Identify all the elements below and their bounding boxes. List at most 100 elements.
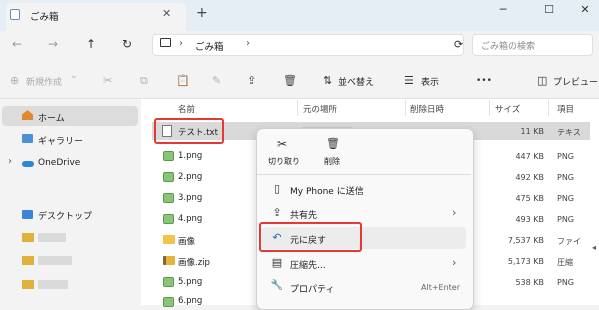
column-divider[interactable] <box>405 100 406 116</box>
file-name[interactable]: 3.png <box>178 193 202 203</box>
refresh-button[interactable]: ↻ <box>118 37 136 51</box>
sidebar-item-onedrive[interactable]: OneDrive <box>38 158 80 168</box>
expand-chevron-icon[interactable]: › <box>8 156 12 167</box>
refresh-icon[interactable]: ⟳ <box>454 38 463 51</box>
folder-icon <box>163 235 175 244</box>
rename-icon[interactable]: ✎ <box>212 74 221 87</box>
highlight-box <box>259 222 362 252</box>
file-name[interactable]: 2.png <box>178 172 202 182</box>
menu-item-share[interactable]: 共有先 <box>290 208 317 221</box>
forward-button[interactable]: → <box>44 37 62 51</box>
png-file-icon <box>163 172 174 182</box>
file-type: ファイ <box>557 237 581 246</box>
cut-icon[interactable]: ✂ <box>103 74 112 87</box>
file-name[interactable]: 画像 <box>178 235 195 247</box>
up-button[interactable]: ↑ <box>82 37 100 51</box>
command-bar <box>0 64 599 99</box>
view-button-label[interactable]: 表示 <box>421 75 439 88</box>
cut-icon[interactable]: ✂ <box>277 137 287 151</box>
column-header-type[interactable]: 項目 <box>557 103 574 115</box>
column-divider[interactable] <box>548 100 549 116</box>
file-size: 538 KB <box>515 278 544 287</box>
file-type: PNG <box>557 194 575 203</box>
file-name[interactable]: 4.png <box>178 214 202 224</box>
submenu-chevron-icon: › <box>452 256 457 269</box>
blurred-item[interactable] <box>38 280 68 289</box>
file-name[interactable]: 画像.zip <box>178 256 210 268</box>
share-icon[interactable]: ⇪ <box>247 74 256 87</box>
file-type: 圧縮 <box>557 258 573 267</box>
copy-icon[interactable]: ⧉ <box>140 74 148 88</box>
paste-icon[interactable]: 📋 <box>176 74 190 87</box>
file-type: PNG <box>557 215 575 224</box>
new-button-label[interactable]: 新規作成 <box>26 75 62 88</box>
column-header-size[interactable]: サイズ <box>495 103 520 115</box>
folder-icon <box>22 280 34 289</box>
view-icon[interactable]: ☰ <box>404 74 414 87</box>
blurred-item[interactable] <box>38 256 72 265</box>
png-file-icon <box>163 277 174 287</box>
column-header-name[interactable]: 名前 <box>178 103 195 115</box>
sidebar-item-gallery[interactable]: ギャラリー <box>38 134 83 147</box>
preview-button-label[interactable]: プレビュー <box>553 75 598 88</box>
file-size: 11 KB <box>520 127 544 136</box>
menu-item-compress[interactable]: 圧縮先... <box>290 258 326 271</box>
chevron-down-icon[interactable]: ⌄ <box>70 71 78 81</box>
sidebar-item-label: ホーム <box>38 114 65 124</box>
more-options-icon[interactable]: ••• <box>476 76 492 86</box>
breadcrumb-recycle-bin[interactable]: ごみ箱 <box>195 39 224 53</box>
column-header-date-deleted[interactable]: 削除日時 <box>410 103 444 115</box>
file-size: 475 KB <box>515 194 544 203</box>
new-icon[interactable]: ⊕ <box>10 74 19 87</box>
file-size: 7,537 KB <box>507 236 544 245</box>
menu-divider <box>257 174 471 175</box>
chevron-right-icon[interactable]: › <box>246 38 250 49</box>
png-file-icon <box>163 214 174 224</box>
shortcut-label: Alt+Enter <box>421 283 461 292</box>
navigation-pane <box>0 99 140 305</box>
column-divider[interactable] <box>297 100 298 116</box>
sort-button-label[interactable]: 並べ替え <box>338 75 374 88</box>
phone-icon: ▯ <box>273 182 281 195</box>
chevron-right-icon[interactable]: › <box>179 38 183 49</box>
minimize-button[interactable]: ─ <box>490 3 516 23</box>
new-tab-button[interactable]: + <box>196 5 208 21</box>
menu-delete-label[interactable]: 削除 <box>324 156 340 167</box>
highlight-box <box>154 118 224 144</box>
gallery-icon <box>22 134 33 143</box>
submenu-chevron-icon: › <box>452 206 457 219</box>
tab-title: ごみ箱 <box>30 12 59 23</box>
file-size: 5,173 KB <box>507 257 544 266</box>
delete-icon[interactable]: 🗑 <box>326 137 340 150</box>
file-type: テキス <box>557 128 581 137</box>
file-name[interactable]: 5.png <box>178 277 202 287</box>
back-button[interactable]: ← <box>8 37 26 51</box>
properties-icon: 🔧 <box>270 280 284 291</box>
png-file-icon <box>163 297 174 307</box>
png-file-icon <box>163 151 174 161</box>
column-divider[interactable] <box>489 100 490 116</box>
menu-item-my-phone[interactable]: My Phone に送信 <box>290 184 364 197</box>
monitor-icon <box>160 38 171 47</box>
menu-cut-label[interactable]: 切り取り <box>268 156 300 167</box>
search-placeholder[interactable]: ごみ箱の検索 <box>481 39 535 52</box>
folder-icon <box>22 256 34 265</box>
preview-icon[interactable]: ◫ <box>537 74 547 87</box>
delete-icon[interactable]: 🗑 <box>283 74 297 87</box>
sort-icon[interactable]: ⇅ <box>323 74 332 87</box>
file-name[interactable]: 1.png <box>178 151 202 161</box>
file-size: 447 KB <box>515 152 544 161</box>
scroll-left-icon[interactable]: ◂ <box>592 243 596 252</box>
column-header-original-location[interactable]: 元の場所 <box>303 103 337 115</box>
zip-file-icon <box>163 256 175 265</box>
close-window-button[interactable]: ✕ <box>572 3 598 23</box>
file-size: 492 KB <box>515 173 544 182</box>
onedrive-icon <box>22 161 34 167</box>
desktop-icon <box>22 210 33 219</box>
file-size: 493 KB <box>515 215 544 224</box>
menu-item-properties[interactable]: プロパティ <box>290 282 334 295</box>
maximize-button[interactable]: ☐ <box>536 3 562 23</box>
sidebar-item-desktop[interactable]: デスクトップ <box>38 209 92 222</box>
blurred-item[interactable] <box>38 233 66 242</box>
close-tab-icon[interactable]: ✕ <box>162 7 171 20</box>
